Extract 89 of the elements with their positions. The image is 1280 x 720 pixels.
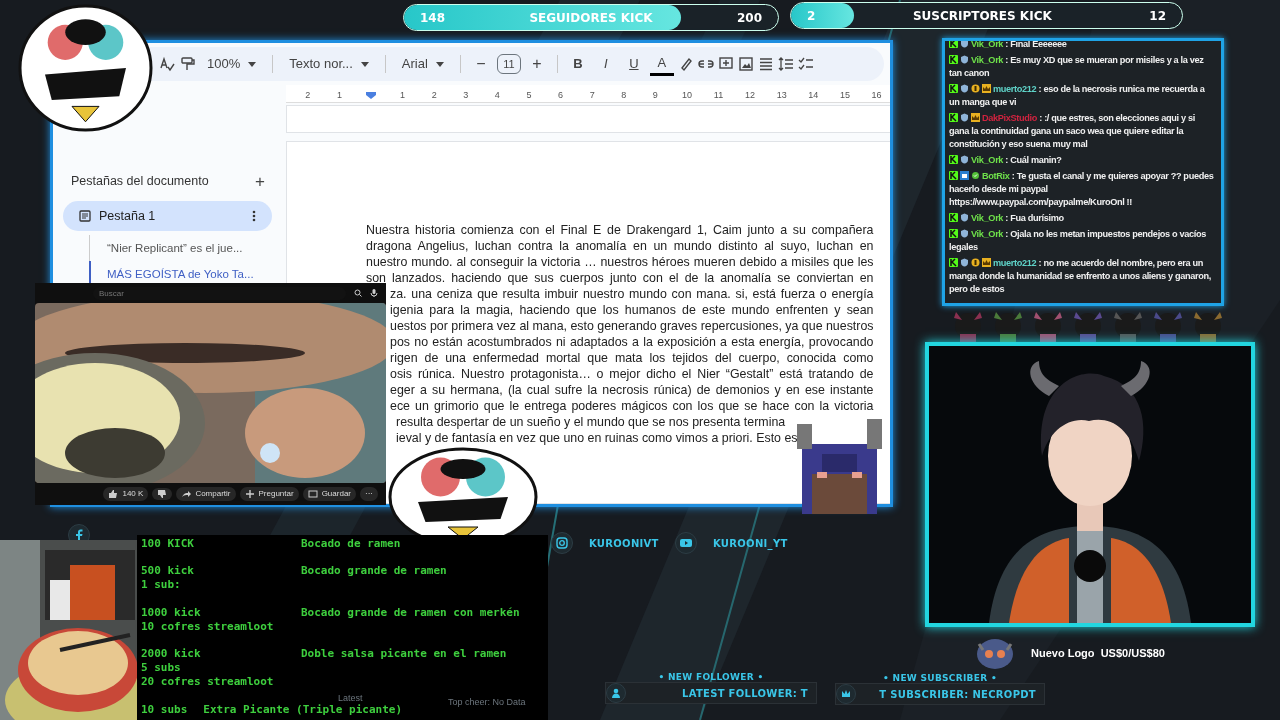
ruler-number: 10 [681, 89, 692, 100]
dropdown[interactable]: 100% [199, 52, 265, 76]
ruler-number: 12 [745, 89, 756, 100]
paragraph-line: dragona Angelius, luchan contra la anomalía en un mundo distinto al suyo, luchan en [366, 238, 874, 254]
chat-message: muerto212 : no me acuerdo del nombre, pero era un manga donde la humanidad se enfrento a unos aliens y ganaron, pero de estos [949, 257, 1212, 296]
heading-link[interactable]: “Nier Replicant” es el jue... [89, 235, 272, 261]
paragraph-line: za. una ceniza que resulta imbuir nuestro mundo con mana. si, está fuerza o energía [390, 286, 874, 302]
save-button[interactable]: Guardar [302, 487, 356, 501]
subscriber-alert-title: • NEW SUBSCRIBER • [883, 673, 997, 683]
ask-button[interactable]: Preguntar [239, 487, 299, 501]
ruler-number: 4 [494, 89, 500, 100]
chat-message: Vik_Ork : Cuál manin? [949, 154, 1217, 167]
text-color-button[interactable]: A [649, 52, 674, 76]
reward-description: Bocado grande de ramen [301, 564, 447, 579]
paragraph-line: nuestro mundo. al conseguir la victoria … nuestros héroes mueren debido a misiles que les [366, 254, 874, 270]
paragraph-line: uestos por primera vez al mana, esto generando graves repercusiones, ya que nuestros [390, 318, 874, 334]
more-button[interactable]: ··· [360, 487, 378, 501]
ruler-number: 5 [526, 89, 532, 100]
add-tab-button[interactable]: + [248, 169, 272, 193]
share-button[interactable]: Compartir [176, 487, 236, 501]
ruler-number: 6 [558, 89, 564, 100]
chat-message: Vik_Ork : Ojala no les metan impuestos pendejos o vacíos legales [949, 228, 1208, 254]
ruler-number: 2 [305, 89, 311, 100]
reward-description: Doble salsa picante en el ramen [301, 647, 507, 662]
reward-requirement: 20 cofres streamloot [141, 675, 275, 690]
ruler-number: 2 [431, 89, 437, 100]
reward-description: Extra Picante (Triple picante) [203, 702, 403, 717]
font-size-button[interactable]: + [524, 52, 549, 76]
document-tab[interactable]: Pestaña 1 [63, 201, 272, 231]
chat-message: BotRix : Te gusta el canal y me quieres apoyar ?? puedes hacerlo desde mi paypal https://www.paypal.com/paypalme/KuroOnl !! [949, 170, 1215, 209]
dropdown[interactable]: Texto nor... [281, 52, 377, 76]
goal-current-count: 148 [420, 10, 446, 25]
latest-donation-text: Latest [338, 693, 363, 703]
paragraph-line: eger a su hermana, (la cual sufre la necrosis rúnica) de demonios y en ese instante [390, 382, 874, 398]
goal-target-count: 200 [736, 10, 762, 25]
ruler-number: 9 [652, 89, 658, 100]
chat-message: Vik_Ork : Final Eeeeeee [949, 41, 1217, 51]
ruler-number: 7 [589, 89, 595, 100]
ruler-number: 1 [336, 89, 342, 100]
ruler-number: 15 [839, 89, 850, 100]
paragraph-line: igenia para la magia, haciendo que los humanos de este mundo enfrenten y sean [390, 302, 874, 318]
ruler-number: 16 [871, 89, 882, 100]
chat-message: muerto212 : eso de la necrosis runica me recuerda a un manga que vi [949, 83, 1206, 109]
chat-message: Vik_Ork : Es muy XD que se mueran por misiles y a la vez tan canon [949, 54, 1205, 80]
paragraph-line: pos no están acostumbrados ni adaptados a la exposición a esta energía, provocando [390, 334, 874, 350]
chat-message: Vik_Ork : Fua durísimo [949, 212, 1217, 225]
social-handle: KUROONI_YT [713, 537, 788, 549]
chat-message: DakPixStudio : :/ que estres, son elecciones aqui y si gana la continuidad gana un saco wea que quiere editar la constitución y eso suena muy mal [949, 112, 1196, 151]
top-cheer-text: Top cheer: No Data [448, 697, 526, 707]
font-size-button[interactable]: − [468, 52, 493, 76]
paragraph-line: rigen de una enfermedad mortal que mata los tejidos del cuerpo, conocida como [390, 350, 874, 366]
paragraph-line: ece un grimorio que le entrega poderes mágicos con los que se hace con la victoria [390, 398, 874, 414]
goal-target-count: 12 [1149, 8, 1166, 23]
donation-goal-text: Nuevo Logo US$0/US$80 [1031, 645, 1165, 661]
goal-current-count: 2 [807, 8, 816, 23]
reward-requirement: 1 sub: [141, 578, 182, 593]
paragraph-line: osis rúnica. Nuestro protagonista… o mejor dicho el Nier “Gestalt” está tratando de [390, 366, 874, 382]
ruler-number: 14 [808, 89, 819, 100]
reward-requirement: 500 kick [141, 564, 195, 579]
reward-description: Bocado grande de ramen con merkén [301, 605, 520, 620]
reward-requirement: 5 subs [141, 661, 182, 676]
paragraph-line: ieval y de fantasía en vez que uno en ruinas como vimos a priori. Esto es [396, 430, 799, 446]
reward-description: Bocado de ramen [301, 537, 401, 552]
dropdown[interactable]: Arial [393, 52, 452, 76]
reward-requirement: 1000 kick [141, 605, 202, 620]
follower-alert-title: • NEW FOLLOWER • [658, 672, 764, 682]
ruler-number: 3 [463, 89, 469, 100]
social-handle: KUROONIVT [589, 537, 659, 549]
font-size-field[interactable]: 11 [496, 54, 521, 74]
sidebar-title: Pestañas del documento [71, 172, 209, 190]
reward-requirement: 10 subs [141, 702, 188, 717]
latest-subscriber-text: T SUBSCRIBER: NECROPDT [878, 688, 1036, 700]
paragraph-line: Nuestra historia comienza con el Final E de Drakengard 1, Caim junto a su compañera [366, 222, 874, 238]
paragraph-line: son lanzados. haciendo que sus cuerpos junto con el de la anomalía se conviertan en [366, 270, 874, 286]
reward-requirement: 100 KICK [141, 537, 195, 552]
ruler-number: 13 [776, 89, 787, 100]
ruler-number: 8 [621, 89, 627, 100]
reward-requirement: 2000 kick [141, 647, 202, 662]
goal-title: SUSCRIPTORES KICK [912, 8, 1052, 23]
underline-button[interactable]: U [621, 52, 646, 76]
latest-follower-text: LATEST FOLLOWER: T [681, 687, 808, 699]
italic-button[interactable]: I [593, 52, 618, 76]
paragraph-line: resulta despertar de un sueño y el mundo que se nos presenta termina [396, 414, 787, 430]
goal-title: SEGUIDORES KICK [529, 10, 653, 25]
ruler-number: 1 [400, 89, 406, 100]
bold-button[interactable]: B [565, 52, 590, 76]
like-button[interactable]: 140 K [103, 487, 149, 501]
reward-requirement: 10 cofres streamloot [141, 619, 275, 634]
ruler-number: 11 [713, 89, 724, 100]
